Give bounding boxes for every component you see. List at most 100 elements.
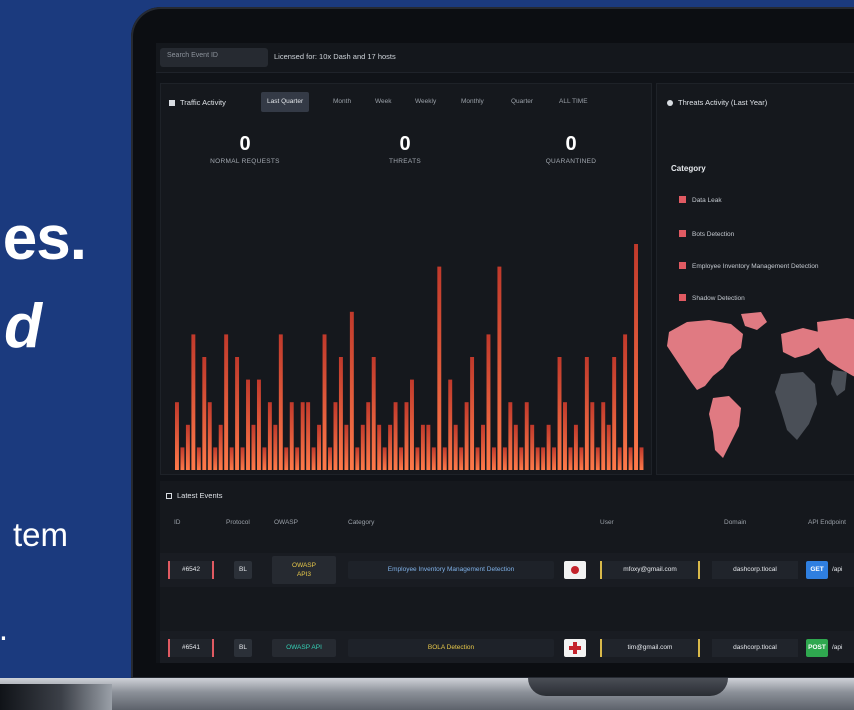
- chart-bar: [557, 357, 562, 470]
- method-badge: GET: [806, 561, 828, 579]
- chart-bar: [535, 447, 540, 470]
- filter-tab-weekly[interactable]: Weekly: [409, 92, 442, 112]
- column-header-api-endpoint[interactable]: API Endpoint: [808, 519, 846, 526]
- chart-bar: [491, 447, 496, 470]
- filter-tab-quarter[interactable]: Quarter: [505, 92, 539, 112]
- chart-bar: [481, 424, 485, 470]
- latest-events-panel: Latest Events ID Protocol OWASP Category…: [160, 481, 854, 663]
- chart-bar: [584, 357, 589, 470]
- event-id: #6541: [168, 639, 214, 657]
- method-badge: POST: [806, 639, 828, 657]
- column-header-protocol[interactable]: Protocol: [226, 519, 250, 526]
- chart-bar: [328, 447, 332, 470]
- search-input[interactable]: Search Event ID: [160, 48, 268, 67]
- map-europe: [781, 328, 821, 358]
- chart-bar: [229, 447, 234, 470]
- column-header-id[interactable]: ID: [174, 519, 181, 526]
- chart-bar: [344, 424, 349, 470]
- column-header-domain[interactable]: Domain: [724, 519, 746, 526]
- search-placeholder: Search Event ID: [167, 52, 218, 59]
- traffic-activity-title-text: Traffic Activity: [180, 98, 226, 107]
- chart-bar: [278, 334, 283, 470]
- filter-tab-monthly[interactable]: Monthly: [455, 92, 490, 112]
- chart-bar: [262, 447, 267, 470]
- chart-bar: [530, 424, 535, 470]
- chart-bar: [508, 402, 513, 470]
- flag-icon: [564, 639, 586, 657]
- chart-bar: [573, 424, 578, 470]
- legend-item-employee-inventory[interactable]: Employee Inventory Management Detection: [679, 262, 818, 270]
- chart-bar: [563, 402, 567, 470]
- list-icon: [166, 493, 172, 499]
- category-label: Category: [671, 164, 706, 173]
- stat-label: QUARANTINED: [545, 158, 597, 165]
- chart-bar: [240, 447, 245, 470]
- owasp-badge-line-2: API3: [296, 571, 312, 578]
- chart-bar: [371, 357, 376, 470]
- chart-icon: [169, 100, 175, 106]
- chart-bar: [377, 424, 382, 470]
- chart-bar: [404, 402, 409, 470]
- legend-item-data-leak[interactable]: Data Leak: [679, 196, 722, 204]
- license-text: Licensed for: 10x Dash and 17 hosts: [274, 52, 396, 61]
- chart-bar: [306, 402, 311, 470]
- chart-bar: [207, 402, 212, 470]
- filter-tab-last-quarter[interactable]: Last Quarter: [261, 92, 310, 112]
- chart-bar: [300, 402, 305, 470]
- legend-swatch: [679, 196, 686, 203]
- chart-bar: [497, 266, 502, 470]
- stat-threats: 0 THREATS: [335, 134, 475, 165]
- chart-bar: [628, 447, 633, 470]
- legend-item-bots-detection[interactable]: Bots Detection: [679, 230, 734, 238]
- chart-bar: [568, 447, 573, 470]
- chart-bar: [333, 402, 338, 470]
- filter-tab-all-time[interactable]: ALL TIME: [553, 92, 594, 112]
- chart-bar: [431, 447, 436, 470]
- dashboard-screen: Search Event ID Licensed for: 10x Dash a…: [156, 43, 854, 663]
- domain-value: dashcorp.tlocal: [712, 561, 798, 579]
- chart-bar: [519, 447, 524, 470]
- legend-item-shadow-detection[interactable]: Shadow Detection: [679, 294, 745, 302]
- chart-bar: [420, 424, 425, 470]
- legend-swatch: [679, 262, 686, 269]
- hero-body-line-2: .: [0, 612, 8, 645]
- legend-label: Bots Detection: [692, 231, 735, 238]
- chart-bar: [256, 379, 261, 470]
- chart-bar: [601, 402, 606, 470]
- chart-bar: [322, 334, 327, 470]
- filter-tab-month[interactable]: Month: [327, 92, 357, 112]
- chart-bar: [185, 424, 190, 470]
- table-row[interactable]: #6541 BL OWASP API BOLA Detection tim@gm…: [160, 631, 854, 663]
- chart-bar: [267, 402, 272, 470]
- legend-label: Shadow Detection: [692, 295, 745, 302]
- api-endpoint: /api: [832, 644, 843, 651]
- column-header-owasp[interactable]: OWASP: [274, 519, 298, 526]
- threats-map-title: Threats Activity (Last Year): [667, 98, 767, 107]
- owasp-badge-line-1: OWASP: [292, 562, 316, 569]
- protocol-badge: BL: [234, 561, 252, 579]
- top-bar: Search Event ID Licensed for: 10x Dash a…: [156, 43, 854, 73]
- domain-value: dashcorp.tlocal: [712, 639, 798, 657]
- traffic-bar-chart: [175, 244, 644, 470]
- chart-bar: [623, 334, 628, 470]
- owasp-badge: OWASP API: [272, 639, 336, 657]
- legend-label: Data Leak: [692, 197, 722, 204]
- chart-bar: [470, 357, 475, 470]
- chart-bar: [202, 357, 207, 470]
- stat-normal-requests: 0 NORMAL REQUESTS: [175, 134, 315, 165]
- hero-heading-line-2: d: [4, 292, 42, 361]
- column-header-category[interactable]: Category: [348, 519, 374, 526]
- chart-bar: [251, 424, 256, 470]
- protocol-badge: BL: [234, 639, 252, 657]
- column-header-user[interactable]: User: [600, 519, 614, 526]
- chart-bar: [464, 402, 469, 470]
- chart-bar: [317, 424, 322, 470]
- stat-quarantined: 0 QUARANTINED: [501, 134, 641, 165]
- table-row[interactable]: #6542 BL OWASP API3 Employee Inventory M…: [160, 553, 854, 587]
- world-map: [667, 312, 854, 458]
- chart-bar: [639, 447, 644, 470]
- filter-tab-week[interactable]: Week: [369, 92, 398, 112]
- chart-bar: [399, 447, 403, 470]
- globe-icon: [667, 100, 673, 106]
- chart-bar: [191, 334, 196, 470]
